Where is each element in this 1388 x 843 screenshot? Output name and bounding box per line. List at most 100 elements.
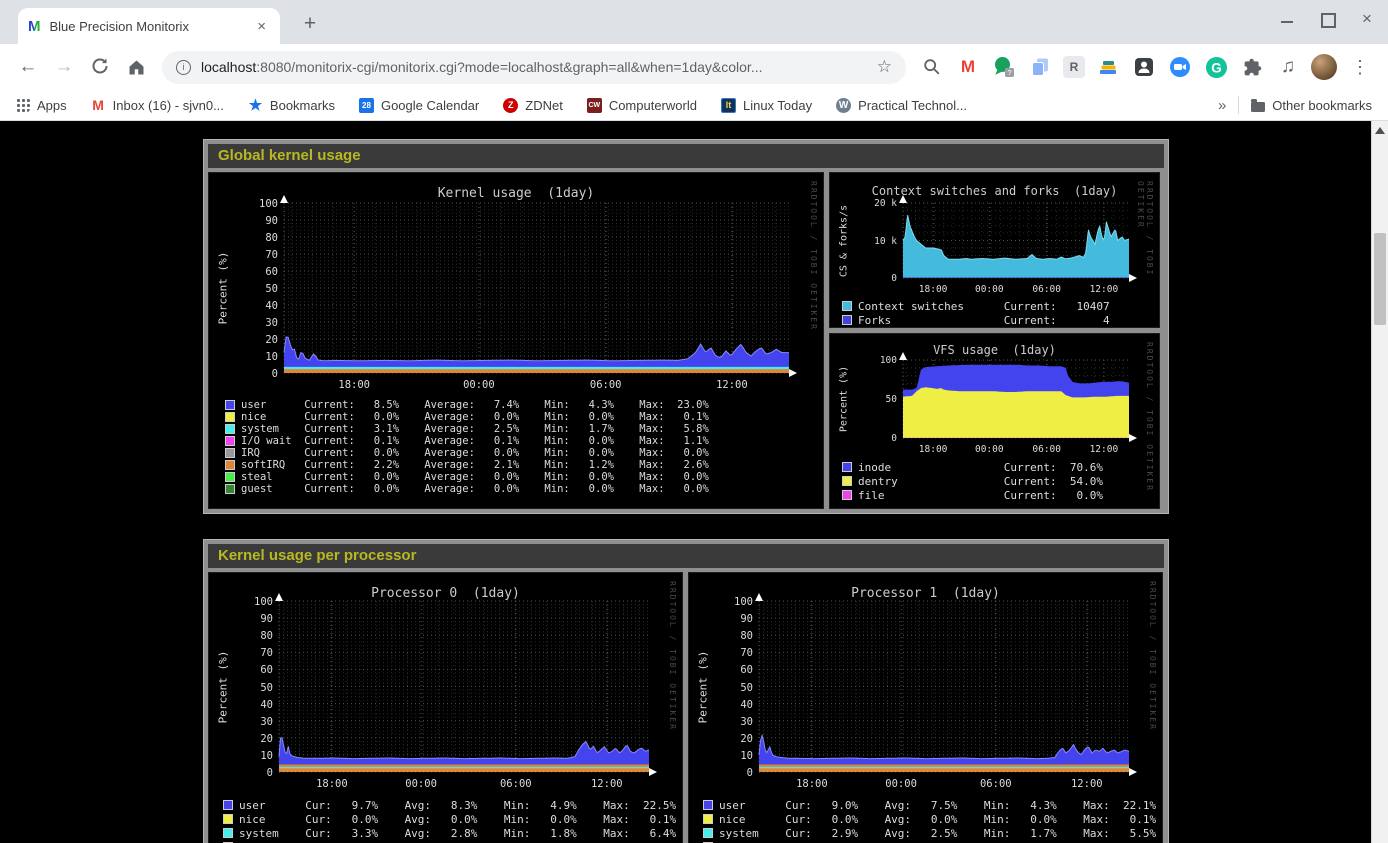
window-minimize-icon[interactable] <box>1280 12 1294 26</box>
legend-row: inode Current: 70.6% <box>842 460 1103 474</box>
legend-swatch <box>225 400 235 410</box>
window-controls: × <box>1280 12 1374 26</box>
x-tick-label: 12:00 <box>1082 444 1126 455</box>
section-header: Global kernel usage <box>208 144 1164 168</box>
reload-icon[interactable] <box>87 54 113 80</box>
legend-row: user Current: 8.5% Average: 7.4% Min: 4.… <box>225 399 709 411</box>
zoom-extension-icon[interactable] <box>1167 54 1193 80</box>
y-tick-label: 100 <box>857 355 897 366</box>
url-text[interactable]: localhost:8080/monitorix-cgi/monitorix.c… <box>201 59 869 75</box>
browser-toolbar: ← → i localhost:8080/monitorix-cgi/monit… <box>0 44 1388 90</box>
chat-extension-icon[interactable]: ? <box>991 54 1017 80</box>
playlist-extension-icon[interactable]: ♫ <box>1275 54 1301 80</box>
forward-icon[interactable]: → <box>51 54 77 80</box>
legend-swatch <box>225 484 235 494</box>
linuxtoday-icon: lt <box>721 98 736 113</box>
books-extension-icon[interactable] <box>1095 54 1121 80</box>
x-tick-label: 00:00 <box>457 379 501 391</box>
svg-text:G: G <box>1211 60 1221 75</box>
grammarly-extension-icon[interactable]: G <box>1203 54 1229 80</box>
x-tick-label: 18:00 <box>790 778 834 790</box>
chrome-menu-icon[interactable]: ⋮ <box>1347 54 1373 80</box>
legend-row: Context switches Current: 10407 <box>842 299 1110 313</box>
extensions-puzzle-icon[interactable] <box>1239 54 1265 80</box>
bookmark-item[interactable]: 28Google Calendar <box>359 98 479 113</box>
home-icon[interactable] <box>123 54 149 80</box>
y-tick-label: 20 <box>713 733 753 745</box>
legend-swatch <box>703 814 713 824</box>
legend-row: nice Cur: 0.0% Avg: 0.0% Min: 0.0% Max: … <box>703 812 1156 826</box>
person-extension-icon[interactable] <box>1131 54 1157 80</box>
graph-title: Context switches and forks (1day) <box>830 184 1159 198</box>
processor-1-graph[interactable]: Processor 1 (1day)Percent (%)RRDTOOL / T… <box>688 572 1163 843</box>
x-tick-label: 06:00 <box>974 778 1018 790</box>
y-tick-label: 50 <box>713 682 753 694</box>
y-tick-label: 20 <box>238 334 278 346</box>
y-tick-label: 10 <box>713 750 753 762</box>
bookmark-item[interactable]: ★Bookmarks <box>248 98 335 113</box>
graph-legend: Context switches Current: 10407Forks Cur… <box>842 299 1110 327</box>
bookmark-star-icon[interactable]: ☆ <box>877 57 892 77</box>
bookmark-item[interactable]: WPractical Technol... <box>836 98 967 113</box>
y-tick-label: 70 <box>713 647 753 659</box>
other-bookmarks-label[interactable]: Other bookmarks <box>1272 98 1372 113</box>
y-tick-label: 0 <box>238 368 278 380</box>
graph-title: Kernel usage (1day) <box>209 186 823 201</box>
profile-avatar[interactable] <box>1311 54 1337 80</box>
x-tick-label: 12:00 <box>585 778 629 790</box>
bookmark-item[interactable]: ltLinux Today <box>721 98 812 113</box>
y-tick-label: 80 <box>238 232 278 244</box>
tab-close-icon[interactable]: × <box>253 18 270 35</box>
y-tick-label: 50 <box>233 682 273 694</box>
scrollbar-thumb[interactable] <box>1374 233 1386 325</box>
y-tick-label: 40 <box>233 699 273 711</box>
vfs-usage-graph[interactable]: VFS usage (1day)Percent (%)RRDTOOL / TOB… <box>829 333 1160 509</box>
legend-row: dentry Current: 54.0% <box>842 474 1103 488</box>
legend-row: I/O wait Current: 0.1% Average: 0.1% Min… <box>225 435 709 447</box>
window-close-icon[interactable]: × <box>1360 12 1374 26</box>
x-tick-label: 12:00 <box>1082 284 1126 295</box>
y-tick-label: 90 <box>233 613 273 625</box>
legend-row: guest Current: 0.0% Average: 0.0% Min: 0… <box>225 483 709 495</box>
copy-pages-extension-icon[interactable] <box>1027 54 1053 80</box>
x-tick-label: 18:00 <box>332 379 376 391</box>
search-extension-icon[interactable] <box>919 54 945 80</box>
y-tick-label: 20 k <box>857 198 897 209</box>
window-maximize-icon[interactable] <box>1320 12 1334 26</box>
legend-swatch <box>842 301 852 311</box>
bookmark-item[interactable]: MInbox (16) - sjvn0... <box>91 98 224 113</box>
bookmark-item[interactable]: CWComputerworld <box>587 98 697 113</box>
y-tick-label: 30 <box>233 716 273 728</box>
address-bar[interactable]: i localhost:8080/monitorix-cgi/monitorix… <box>162 51 906 84</box>
page-info-icon[interactable]: i <box>176 60 191 75</box>
y-tick-label: 80 <box>713 630 753 642</box>
legend-swatch <box>223 814 233 824</box>
legend-swatch <box>842 490 852 500</box>
scrollbar[interactable] <box>1371 121 1388 843</box>
context-switches-graph[interactable]: Context switches and forks (1day)CS & fo… <box>829 172 1160 328</box>
bookmark-label: ZDNet <box>525 98 563 113</box>
new-tab-button[interactable]: + <box>296 12 324 36</box>
bookmarks-bar: Apps MInbox (16) - sjvn0... ★Bookmarks 28Go… <box>0 90 1388 121</box>
kernel-usage-graph[interactable]: Kernel usage (1day)Percent (%)RRDTOOL / … <box>208 172 824 509</box>
y-tick-label: 0 <box>857 433 897 444</box>
reader-extension-icon[interactable]: R <box>1063 56 1085 78</box>
y-tick-label: 0 <box>857 273 897 284</box>
gmail-extension-icon[interactable]: M <box>955 54 981 80</box>
bookmark-item[interactable]: Apps <box>16 98 67 113</box>
back-icon[interactable]: ← <box>15 54 41 80</box>
graph-plot <box>903 203 1129 278</box>
processor-0-graph[interactable]: Processor 0 (1day)Percent (%)RRDTOOL / T… <box>208 572 683 843</box>
bookmarks-overflow-icon[interactable]: » <box>1218 97 1226 114</box>
x-tick-label: 00:00 <box>879 778 923 790</box>
legend-swatch <box>225 424 235 434</box>
bookmark-label: Computerworld <box>609 98 697 113</box>
scrollbar-up-icon[interactable] <box>1375 127 1385 134</box>
apps-icon <box>16 98 30 112</box>
bookmark-item[interactable]: ZZDNet <box>503 98 563 113</box>
graph-y-axis-label: Percent (%) <box>697 650 710 723</box>
x-tick-label: 06:00 <box>1025 444 1069 455</box>
browser-tab[interactable]: M Blue Precision Monitorix × <box>18 8 280 44</box>
legend-swatch <box>225 472 235 482</box>
y-tick-label: 30 <box>238 317 278 329</box>
